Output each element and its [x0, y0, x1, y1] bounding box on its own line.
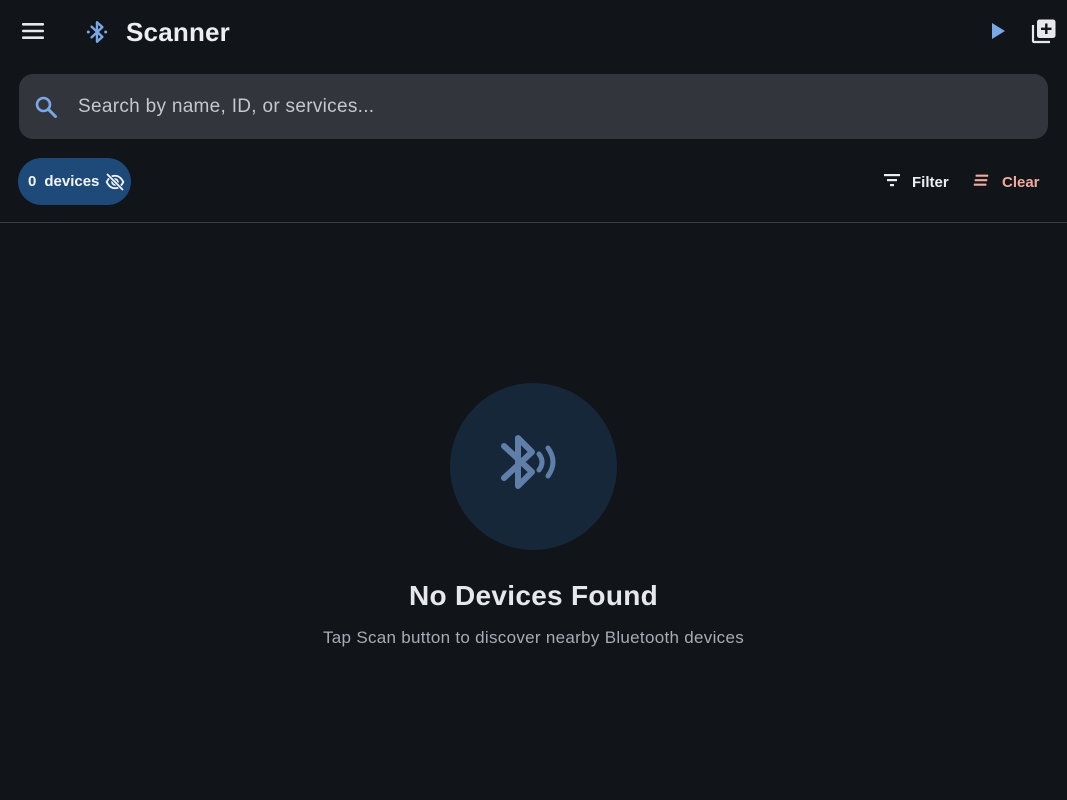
device-count-label: devices: [44, 173, 100, 190]
empty-state-subtitle: Tap Scan button to discover nearby Bluet…: [322, 628, 745, 647]
menu-button[interactable]: [14, 14, 52, 52]
empty-state-illustration: [450, 383, 617, 550]
page-title: Scanner: [126, 17, 231, 47]
clear-button[interactable]: Clear: [972, 168, 1040, 196]
divider: [0, 222, 1067, 223]
bluetooth-icon: [84, 19, 110, 45]
add-device-button[interactable]: [1026, 15, 1062, 51]
search-input[interactable]: [78, 88, 1018, 126]
scanner-screen: Scanner Search by name, ID, or services.…: [0, 0, 1067, 800]
filter-label: Filter: [912, 173, 949, 191]
bluetooth-searching-icon: [494, 424, 574, 509]
menu-icon: [21, 19, 45, 48]
scan-button[interactable]: [981, 16, 1015, 50]
device-count-chip[interactable]: 0 devices: [18, 158, 131, 205]
device-count: 0: [28, 173, 37, 190]
empty-state-title: No Devices Found: [408, 580, 659, 611]
top-app-bar: Scanner: [0, 0, 1067, 66]
add-box-icon: [1031, 18, 1057, 49]
clear-label: Clear: [1002, 173, 1040, 191]
clear-all-icon: [972, 171, 990, 194]
filter-button[interactable]: Filter: [882, 168, 949, 196]
eye-off-icon: [105, 172, 125, 192]
play-icon: [988, 21, 1008, 46]
filter-icon: [882, 170, 902, 195]
search-icon: [34, 95, 58, 119]
